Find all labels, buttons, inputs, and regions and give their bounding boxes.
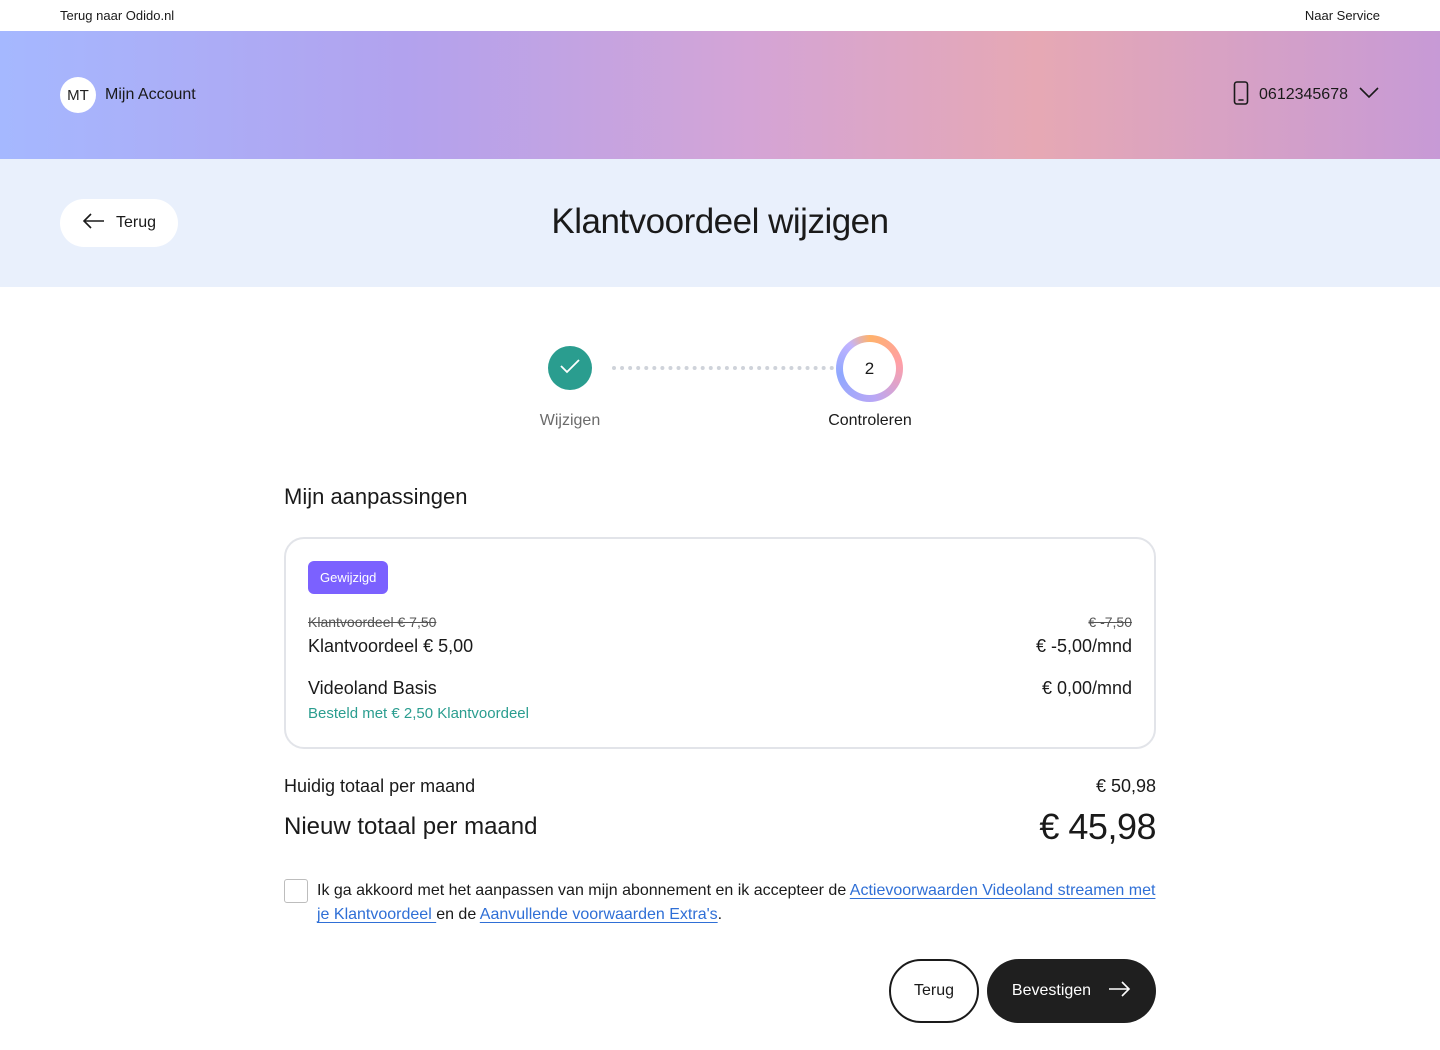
- phone-number: 0612345678: [1259, 86, 1348, 103]
- terms-text-after: .: [717, 906, 723, 923]
- step-number: 2: [843, 342, 896, 395]
- new-benefit-price: € -5,00/mnd: [1035, 636, 1132, 656]
- mobile-phone-icon: [1233, 80, 1249, 110]
- terms-text: Ik ga akkoord met het aanpassen van mijn…: [317, 879, 1156, 927]
- status-badge: Gewijzigd: [308, 561, 389, 594]
- new-total-label: Nieuw totaal per maand: [284, 813, 538, 840]
- videoland-label: Videoland Basis: [308, 678, 437, 698]
- checkmark-icon: [559, 357, 581, 380]
- confirm-button-label: Bevestigen: [1011, 982, 1092, 999]
- service-link[interactable]: Naar Service: [1305, 8, 1380, 23]
- terms-text-before: Ik ga akkoord met het aanpassen van mijn…: [317, 882, 850, 899]
- terms-agreement: Ik ga akkoord met het aanpassen van mijn…: [284, 879, 1156, 927]
- section-title: Mijn aanpassingen: [284, 484, 468, 509]
- avatar: MT: [60, 77, 96, 113]
- confirm-button[interactable]: Bevestigen: [987, 959, 1156, 1023]
- old-benefit-label: Klantvoordeel € 7,50: [308, 614, 437, 630]
- step-connector: [612, 366, 834, 370]
- phone-number-selector[interactable]: 0612345678: [1233, 80, 1380, 110]
- new-total-value: € 45,98: [1039, 806, 1156, 847]
- old-benefit-price: € -7,50: [1088, 614, 1132, 630]
- chevron-down-icon: [1358, 86, 1380, 105]
- account-header: MT Mijn Account 0612345678: [0, 31, 1440, 159]
- page-title-bar: Terug Klantvoordeel wijzigen: [0, 159, 1440, 287]
- changes-card: Gewijzigd Klantvoordeel € 7,50 € -7,50 K…: [284, 537, 1156, 749]
- videoland-price: € 0,00/mnd: [1041, 678, 1132, 698]
- step-active-indicator: 2: [836, 335, 903, 402]
- terms-checkbox[interactable]: [284, 879, 308, 903]
- new-benefit-label: Klantvoordeel € 5,00: [308, 636, 474, 656]
- videoland-note: Besteld met € 2,50 Klantvoordeel: [308, 705, 529, 722]
- step-completed-indicator: [548, 346, 592, 390]
- current-total-value: € 50,98: [1095, 776, 1156, 796]
- utility-bar: Terug naar Odido.nl Naar Service: [0, 0, 1440, 31]
- back-to-odido-link[interactable]: Terug naar Odido.nl: [60, 8, 174, 23]
- current-total-label: Huidig totaal per maand: [284, 776, 476, 796]
- arrow-right-icon: [1107, 980, 1131, 1002]
- step-label-controleren: Controleren: [828, 412, 912, 429]
- account-label: Mijn Account: [105, 86, 196, 103]
- progress-stepper: 2 Wijzigen Controleren: [0, 287, 1440, 477]
- my-account-button[interactable]: MT Mijn Account: [60, 77, 196, 113]
- terms-text-middle: en de: [436, 906, 480, 923]
- extras-terms-link[interactable]: Aanvullende voorwaarden Extra's: [480, 906, 718, 923]
- step-label-wijzigen: Wijzigen: [539, 412, 601, 429]
- back-button[interactable]: Terug: [889, 959, 979, 1023]
- page-title: Klantvoordeel wijzigen: [551, 202, 889, 241]
